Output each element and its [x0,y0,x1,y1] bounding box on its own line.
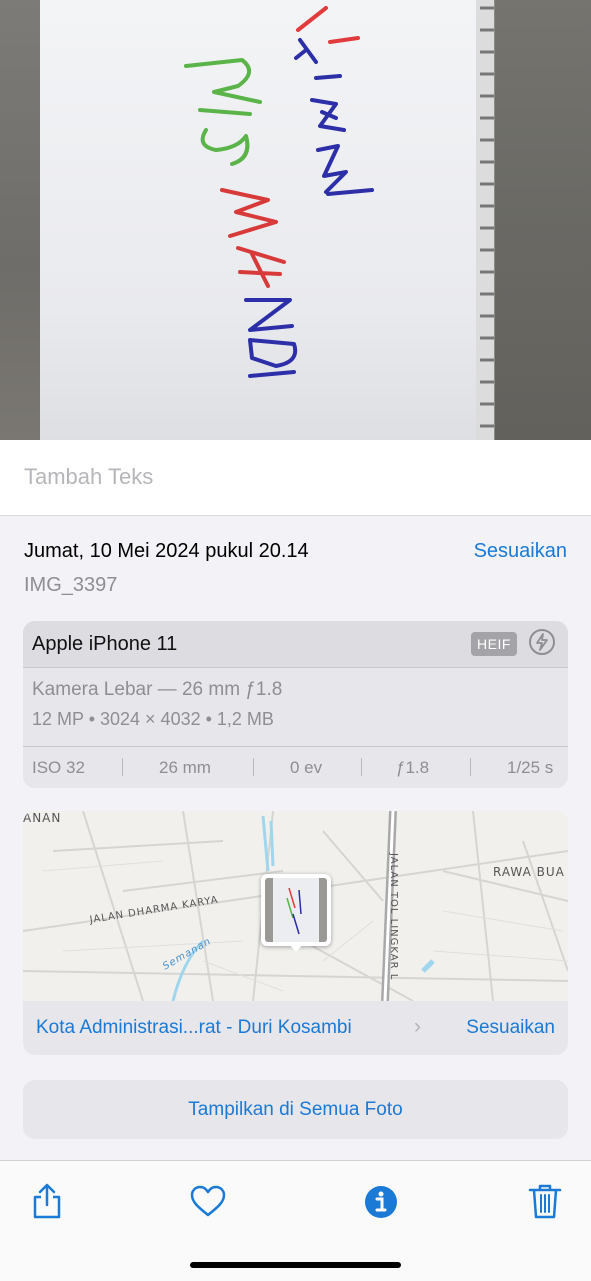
exif-exposure: 0 ev [290,758,323,777]
location-map-card[interactable]: ANAN RAWA BUA JALAN DHARMA KARYA JALAN T… [23,811,568,1055]
info-sheet: Jumat, 10 Mei 2024 pukul 20.14 Sesuaikan… [0,516,591,1160]
handwriting-drawing [184,0,494,440]
map-label: JALAN TOL LINGKAR L [388,853,399,981]
exif-focal: 26 mm [159,758,211,777]
home-indicator [190,1262,401,1268]
exif-divider [361,758,362,776]
photo-date: Jumat, 10 Mei 2024 pukul 20.14 [24,540,309,562]
adjust-date-button[interactable]: Sesuaikan [474,540,567,563]
camera-info-card: Apple iPhone 11 HEIF Kamera Lebar — 26 m… [23,621,568,788]
exif-divider [470,758,471,776]
share-icon[interactable] [27,1181,67,1221]
location-bar[interactable]: Kota Administrasi...rat - Duri Kosambi ›… [23,1001,568,1055]
pin-thumbnail [265,878,327,942]
adjust-location-button[interactable]: Sesuaikan [466,1017,555,1039]
trash-icon[interactable] [525,1181,565,1221]
exif-iso: ISO 32 [32,758,85,777]
chevron-right-icon: › [414,1015,421,1038]
flash-icon [529,629,555,655]
heart-icon[interactable] [188,1181,228,1221]
map-label: ANAN [23,811,62,825]
map-view[interactable]: ANAN RAWA BUA JALAN DHARMA KARYA JALAN T… [23,811,568,1001]
exif-divider [253,758,254,776]
format-badge: HEIF [471,632,517,656]
exif-divider [122,758,123,776]
map-label: RAWA BUA [493,865,565,879]
image-specs: 12 MP • 3024 × 4032 • 1,2 MB [32,709,274,729]
photo-filename: IMG_3397 [24,574,118,596]
exif-shutter: 1/25 s [507,758,554,777]
map-photo-pin[interactable] [261,874,331,952]
location-name[interactable]: Kota Administrasi...rat - Duri Kosambi [36,1017,352,1039]
pin-tail [289,944,303,952]
exif-row: ISO 32 26 mm 0 ev ƒ1.8 1/25 s [23,746,568,788]
show-in-all-photos-button[interactable]: Tampilkan di Semua Foto [23,1080,568,1139]
lens-info: Kamera Lebar — 26 mm ƒ1.8 [32,679,283,700]
camera-header: Apple iPhone 11 HEIF [23,621,568,668]
info-icon[interactable] [361,1181,401,1221]
show-in-all-photos-label: Tampilkan di Semua Foto [188,1099,403,1120]
caption-area[interactable]: Tambah Teks [0,440,591,516]
exif-aperture: ƒ1.8 [396,758,430,777]
photo-viewer[interactable] [0,0,591,440]
camera-model: Apple iPhone 11 [32,633,178,655]
caption-placeholder[interactable]: Tambah Teks [24,464,153,490]
